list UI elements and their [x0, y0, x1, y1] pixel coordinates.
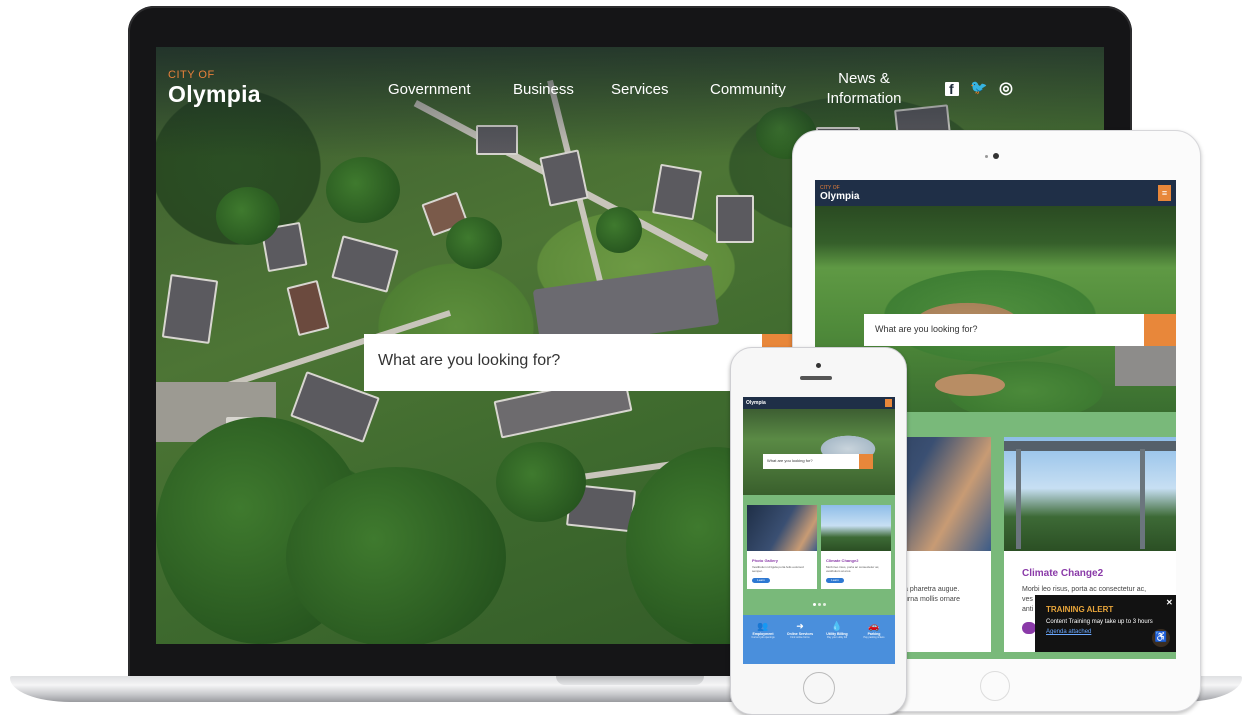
phone-card-2-title[interactable]: Climate Change2 — [826, 558, 858, 563]
phone-card-2-learn-button[interactable]: Learn — [826, 578, 844, 583]
accessibility-icon[interactable]: ♿ — [1152, 629, 1170, 647]
carousel-dot[interactable] — [823, 603, 826, 606]
tree — [216, 187, 280, 245]
search-placeholder: What are you looking for? — [378, 352, 561, 369]
phone-card-1: Photo Gallery Vestibulum id ligula porta… — [747, 505, 817, 589]
phone-card-2-text: Morbi leo risus, porta ac consectetur ac… — [826, 565, 880, 573]
alert-agenda-link[interactable]: Agenda attached — [1046, 629, 1091, 635]
phone-search-placeholder: What are you looking for? — [767, 458, 813, 463]
tree — [446, 217, 502, 269]
tablet-header: CITY OF Olympia ≡ — [815, 180, 1176, 206]
carousel-dot[interactable] — [813, 603, 816, 606]
card-image-solar-panels — [1004, 437, 1176, 551]
house — [286, 279, 330, 337]
card-right-title[interactable]: Climate Change2 — [1022, 568, 1103, 579]
phone-camera — [816, 363, 821, 368]
tablet-camera — [993, 153, 999, 159]
nav-government[interactable]: Government — [388, 81, 471, 98]
tablet-search-button[interactable] — [1144, 314, 1176, 346]
service-utility[interactable]: 💧 Utility Billing Pay your utility bill — [819, 621, 855, 639]
instagram-icon[interactable]: ◎ — [999, 78, 1013, 98]
phone-speaker — [800, 376, 832, 380]
tablet-home-button[interactable] — [980, 671, 1010, 701]
card-right-text-2: ves — [1022, 596, 1033, 603]
facebook-icon[interactable]: f — [945, 81, 959, 97]
phone-card-2: Climate Change2 Morbi leo risus, porta a… — [821, 505, 891, 589]
phone-services-band: 👥 Employment Current job openings ➜ Onli… — [743, 615, 895, 664]
alert-close-icon[interactable]: ✕ — [1166, 598, 1173, 607]
infield-dirt — [935, 374, 1005, 396]
service-employment[interactable]: 👥 Employment Current job openings — [745, 621, 781, 639]
nav-news-information[interactable]: News & Information — [826, 70, 902, 107]
tree — [496, 442, 586, 522]
phone-search-button[interactable] — [859, 454, 873, 469]
twitter-icon[interactable]: 🐦 — [970, 79, 987, 96]
house — [651, 163, 703, 221]
phone-card-2-image — [821, 505, 891, 551]
tree — [326, 157, 400, 223]
solar-canopy — [1004, 441, 1176, 451]
nav-community[interactable]: Community — [710, 81, 786, 98]
employment-icon: 👥 — [757, 621, 769, 631]
service-employment-text: Current job openings — [751, 636, 775, 639]
alert-title: TRAINING ALERT — [1046, 605, 1114, 614]
card-right-text-3: anti — [1022, 606, 1034, 613]
card-right-learn-button[interactable] — [1022, 622, 1036, 634]
solar-pole — [1016, 449, 1021, 549]
phone-search-input[interactable]: What are you looking for? — [763, 454, 859, 469]
online-services-icon: ➜ — [796, 621, 804, 631]
logo-city-of: CITY OF — [168, 69, 215, 81]
nav-business[interactable]: Business — [513, 81, 574, 98]
parking-icon: 🚗 — [868, 621, 880, 631]
card-left-text-1: a pharetra augue. — [904, 586, 960, 593]
service-online-text: Find online forms — [790, 636, 810, 639]
utility-billing-icon: 💧 — [831, 621, 843, 631]
phone-home-button[interactable] — [803, 672, 835, 704]
phone-hero-river-image — [743, 409, 895, 495]
nav-services[interactable]: Services — [611, 81, 669, 98]
house — [331, 235, 399, 293]
logo-olympia[interactable]: Olympia — [168, 81, 261, 108]
nav-news-line2: Information — [826, 90, 902, 107]
nav-news-line1: News & — [838, 70, 890, 87]
card-right-text-1: Morbi leo risus, porta ac consectetur ac… — [1022, 586, 1147, 593]
house — [539, 149, 589, 207]
phone-card-1-image — [747, 505, 817, 551]
service-utility-text: Pay your utility bill — [826, 636, 847, 639]
tablet-sensor — [985, 155, 988, 158]
parking-lot — [1115, 346, 1176, 386]
facebook-glyph: f — [949, 81, 954, 97]
house — [161, 273, 219, 345]
tablet-logo-olympia[interactable]: Olympia — [820, 191, 859, 202]
phone-hamburger-menu-icon[interactable] — [885, 399, 892, 407]
tree — [286, 467, 506, 644]
phone-logo-olympia[interactable]: Olympia — [746, 400, 766, 406]
phone-card-1-text: Vestibulum id ligula porta felis euismod… — [752, 565, 804, 573]
service-online[interactable]: ➜ Online Services Find online forms — [782, 621, 818, 639]
search-input[interactable]: What are you looking for? — [364, 334, 762, 391]
card-left-text-2: urna mollis ornare — [904, 596, 961, 603]
service-parking[interactable]: 🚗 Parking Pay parking tickets — [856, 621, 892, 639]
solar-pole — [1140, 449, 1145, 549]
service-parking-text: Pay parking tickets — [863, 636, 885, 639]
phone-card-1-learn-button[interactable]: Learn — [752, 578, 770, 583]
hamburger-menu-icon[interactable]: ≡ — [1158, 185, 1171, 201]
tablet-search-input[interactable]: What are you looking for? — [864, 314, 1144, 346]
alert-text: Content Training may take up to 3 hours — [1046, 619, 1153, 625]
phone-header: Olympia — [743, 397, 895, 409]
phone-screen: Olympia What are you looking for? Photo … — [743, 397, 895, 664]
carousel-dots[interactable] — [813, 603, 827, 606]
phone-card-1-title[interactable]: Photo Gallery — [752, 558, 778, 563]
tree — [596, 207, 642, 253]
carousel-dot[interactable] — [818, 603, 821, 606]
laptop-notch — [556, 676, 704, 685]
tablet-search-placeholder: What are you looking for? — [875, 324, 978, 334]
house — [716, 195, 754, 243]
